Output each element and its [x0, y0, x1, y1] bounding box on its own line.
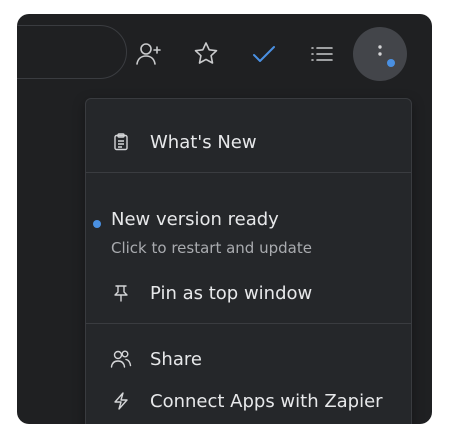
menu-divider	[86, 323, 411, 324]
menu-item-zapier[interactable]: Connect Apps with Zapier	[86, 382, 411, 420]
people-icon	[110, 348, 132, 370]
lightning-icon	[110, 390, 132, 412]
update-indicator-dot	[93, 220, 101, 228]
update-title: New version ready	[111, 209, 279, 230]
pin-icon	[110, 282, 132, 304]
clipboard-icon	[110, 131, 132, 153]
app-window: What's New New version ready Click to re…	[17, 14, 432, 424]
list-button[interactable]	[304, 36, 340, 72]
more-options-button[interactable]	[353, 27, 407, 81]
menu-item-label: Share	[150, 348, 202, 370]
menu-item-share[interactable]: Share	[86, 340, 411, 378]
menu-divider	[86, 172, 411, 173]
menu-item-whats-new[interactable]: What's New	[86, 123, 411, 161]
menu-item-update[interactable]: New version ready Click to restart and u…	[86, 195, 411, 259]
add-user-icon	[136, 43, 161, 65]
menu-item-label: Pin as top window	[150, 282, 313, 304]
menu-item-pin[interactable]: Pin as top window	[86, 274, 411, 312]
list-icon	[311, 47, 333, 61]
star-icon	[194, 42, 218, 64]
complete-button[interactable]	[246, 36, 282, 72]
menu-item-label: Connect Apps with Zapier	[150, 390, 383, 412]
star-button[interactable]	[188, 36, 224, 72]
update-badge	[387, 59, 395, 67]
check-icon	[253, 46, 275, 62]
search-field[interactable]	[17, 25, 127, 79]
add-user-button[interactable]	[131, 36, 167, 72]
menu-item-label: What's New	[150, 131, 257, 153]
update-subtitle: Click to restart and update	[111, 239, 312, 257]
more-options-menu: What's New New version ready Click to re…	[85, 98, 412, 424]
more-vertical-icon	[378, 45, 382, 56]
